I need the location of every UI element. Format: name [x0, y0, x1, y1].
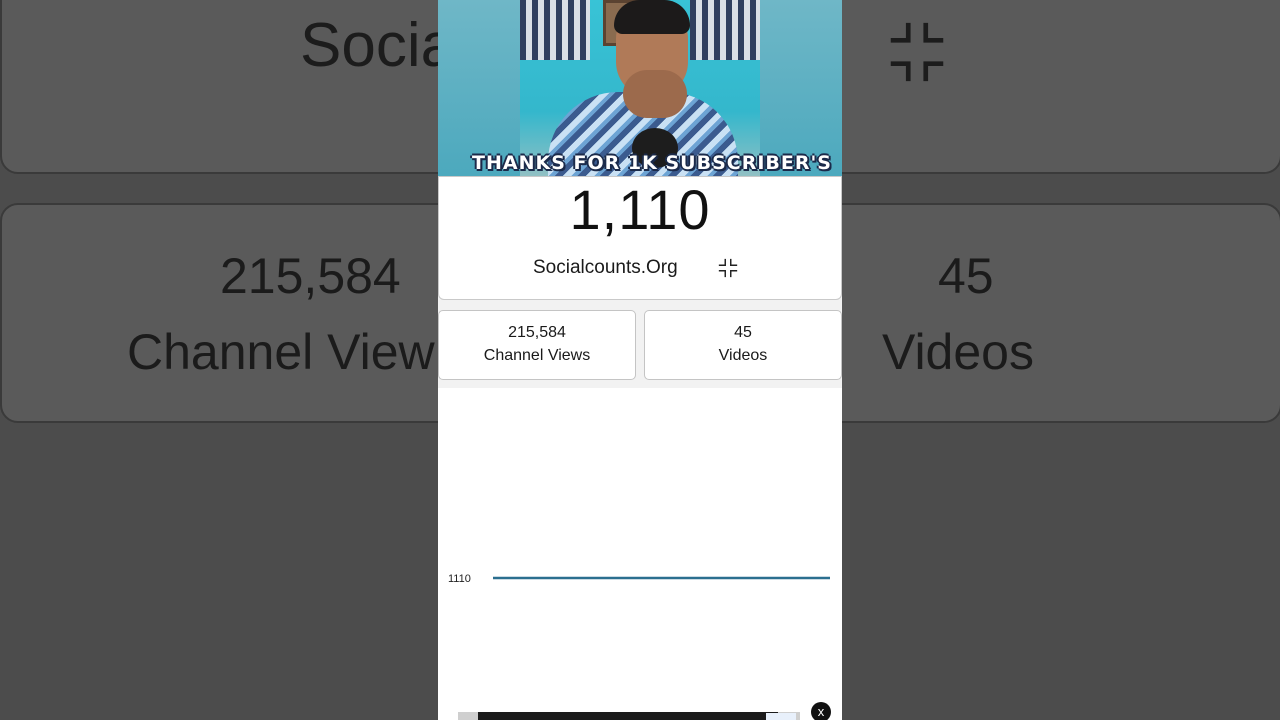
video-person-hand — [623, 70, 687, 118]
subscriber-count: 1,110 — [569, 178, 711, 241]
video-curtain-left — [520, 0, 590, 60]
video-caption: THANKS FOR 1K SUBSCRIBER'S — [472, 152, 832, 174]
subscriber-chart: 1110 — [438, 388, 842, 720]
shorts-frame: THANKS FOR 1K SUBSCRIBER'S 1,110 Socialc… — [438, 0, 842, 720]
channel-views-label: Channel Views — [483, 347, 591, 364]
exit-fullscreen-icon[interactable] — [717, 257, 739, 279]
bg-videos-value: 45 — [938, 248, 994, 304]
ad-banner[interactable] — [458, 712, 800, 720]
subscriber-count-card: 1,110 Socialcounts.Org — [438, 176, 842, 300]
video-curtain-right — [690, 0, 760, 60]
bg-views-value: 215,584 — [220, 248, 401, 304]
y-tick-label: 1110 — [448, 573, 471, 585]
video-overlay[interactable]: THANKS FOR 1K SUBSCRIBER'S — [438, 0, 842, 186]
video-person-hair — [614, 0, 690, 34]
ad-info-icon[interactable] — [766, 713, 796, 720]
videos-label: Videos — [718, 347, 768, 364]
bg-videos-label: Videos — [882, 324, 1034, 380]
chart-svg: 1110 — [448, 573, 830, 585]
ad-close-button[interactable]: x — [811, 702, 831, 720]
channel-views-value: 215,584 — [508, 324, 566, 341]
bg-brand-text: Socia — [300, 11, 456, 80]
bg-views-label: Channel View — [127, 324, 435, 380]
bg-shrink-icon — [890, 22, 944, 82]
brand-label[interactable]: Socialcounts.Org — [533, 257, 678, 279]
videos-card: 45 Videos — [644, 310, 842, 380]
videos-value: 45 — [734, 324, 752, 341]
channel-views-card: 215,584 Channel Views — [438, 310, 636, 380]
ad-content[interactable] — [478, 712, 778, 720]
